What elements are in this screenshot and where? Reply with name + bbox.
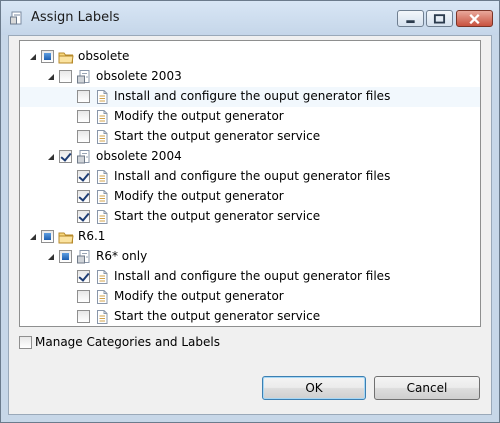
- tree-node[interactable]: obsolete 2003: [20, 67, 480, 87]
- tree-node[interactable]: Install and configure the ouput generato…: [20, 87, 480, 107]
- tree-node-checkbox[interactable]: [77, 170, 90, 183]
- expand-arrow-icon[interactable]: [48, 254, 54, 260]
- dialog-body: obsolete obsolete 2003 Install and configu…: [8, 35, 492, 415]
- tree-node-checkbox[interactable]: [77, 290, 90, 303]
- tree-node-label: Start the output generator service: [114, 209, 321, 223]
- document-icon: [97, 130, 108, 144]
- tree-node[interactable]: Modify the output generator: [20, 287, 480, 307]
- tree-node-checkbox[interactable]: [77, 90, 90, 103]
- label-tree[interactable]: obsolete obsolete 2003 Install and configu…: [19, 40, 481, 327]
- tree-node-label: Modify the output generator: [114, 289, 284, 303]
- tree-node-label: Start the output generator service: [114, 309, 321, 323]
- folder-icon: [58, 52, 74, 64]
- tree-node[interactable]: Start the output generator service: [20, 307, 480, 327]
- tree-node-checkbox[interactable]: [59, 70, 72, 83]
- tree-node[interactable]: Start the output generator service: [20, 207, 480, 227]
- tree-node-label: obsolete 2004: [96, 149, 182, 163]
- tree-node-checkbox[interactable]: [77, 130, 90, 143]
- tree-node[interactable]: obsolete 2004: [20, 147, 480, 167]
- tree-node-checkbox[interactable]: [77, 190, 90, 203]
- assign-labels-dialog: Assign Labels obsolete obsolete 2003 Insta…: [0, 0, 500, 423]
- close-icon: [469, 13, 480, 25]
- cancel-button[interactable]: Cancel: [374, 376, 480, 400]
- category-icon: [77, 150, 90, 164]
- document-icon: [97, 90, 108, 104]
- document-icon: [97, 170, 108, 184]
- expand-arrow-icon[interactable]: [30, 234, 36, 240]
- tree-node-checkbox[interactable]: [59, 250, 72, 263]
- close-button[interactable]: [456, 10, 493, 27]
- tree-node-label: Modify the output generator: [114, 189, 284, 203]
- ok-button[interactable]: OK: [262, 376, 366, 400]
- tree-node[interactable]: Install and configure the ouput generato…: [20, 267, 480, 287]
- title-bar[interactable]: Assign Labels: [1, 1, 499, 35]
- expand-arrow-icon[interactable]: [48, 74, 54, 80]
- manage-categories-checkbox[interactable]: [19, 336, 32, 349]
- document-icon: [97, 190, 108, 204]
- tree-node-label: Modify the output generator: [114, 109, 284, 123]
- tree-node-label: R6* only: [96, 249, 148, 263]
- tree-node[interactable]: Install and configure the ouput generato…: [20, 167, 480, 187]
- folder-icon: [58, 232, 74, 244]
- tree-node-checkbox[interactable]: [77, 270, 90, 283]
- document-icon: [97, 310, 108, 324]
- tree-node[interactable]: R6.1: [20, 227, 480, 247]
- minimize-button[interactable]: [397, 10, 424, 27]
- tree-node[interactable]: obsolete: [20, 47, 480, 67]
- document-icon: [97, 210, 108, 224]
- dialog-icon: [10, 11, 22, 25]
- document-icon: [97, 110, 108, 124]
- minimize-icon: [406, 20, 415, 24]
- tree-node[interactable]: Start the output generator service: [20, 127, 480, 147]
- expand-arrow-icon[interactable]: [48, 154, 54, 160]
- expand-arrow-icon[interactable]: [30, 54, 36, 60]
- maximize-button[interactable]: [426, 10, 453, 27]
- tree-node-checkbox[interactable]: [77, 210, 90, 223]
- maximize-icon: [433, 14, 446, 24]
- tree-node[interactable]: Modify the output generator: [20, 187, 480, 207]
- document-icon: [97, 290, 108, 304]
- tree-node-checkbox[interactable]: [59, 150, 72, 163]
- tree-node-label: R6.1: [78, 229, 106, 243]
- tree-node-label: obsolete: [78, 49, 130, 63]
- tree-node-label: Install and configure the ouput generato…: [114, 269, 391, 283]
- category-icon: [77, 70, 90, 84]
- tree-node-label: Install and configure the ouput generato…: [114, 89, 391, 103]
- tree-node-label: obsolete 2003: [96, 69, 182, 83]
- tree-node-label: Install and configure the ouput generato…: [114, 169, 391, 183]
- manage-categories-label: Manage Categories and Labels: [35, 335, 220, 349]
- tree-node-checkbox[interactable]: [77, 310, 90, 323]
- tree-node-label: Start the output generator service: [114, 129, 321, 143]
- tree-node-checkbox[interactable]: [41, 50, 54, 63]
- tree-node-checkbox[interactable]: [41, 230, 54, 243]
- tree-node-checkbox[interactable]: [77, 110, 90, 123]
- category-icon: [77, 250, 90, 264]
- tree-node[interactable]: R6* only: [20, 247, 480, 267]
- tree-node[interactable]: Modify the output generator: [20, 107, 480, 127]
- dialog-title: Assign Labels: [31, 10, 120, 25]
- document-icon: [97, 270, 108, 284]
